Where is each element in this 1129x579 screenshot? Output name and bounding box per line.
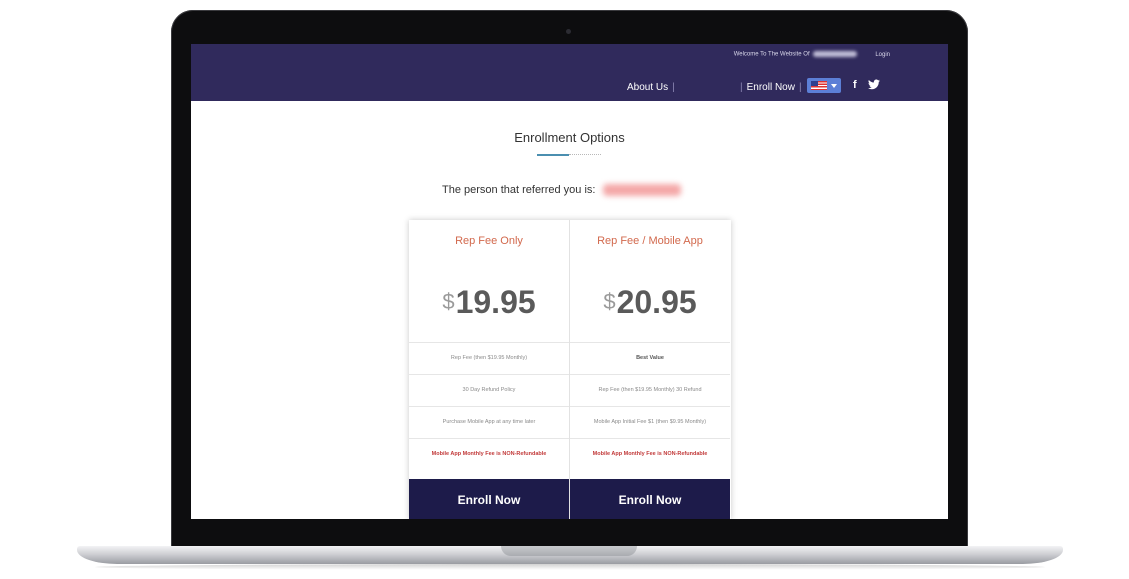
webcam: [566, 29, 571, 34]
plan-feature: Rep Fee (then $19.95 Monthly) 30 Refund: [570, 374, 730, 406]
nav-enroll-link[interactable]: Enroll Now: [747, 82, 795, 93]
plan-card-rep-fee-mobile-app: Rep Fee / Mobile App $20.95 Best Value R…: [570, 220, 730, 519]
plan-price: $19.95: [409, 262, 569, 342]
price-amount: 19.95: [455, 283, 536, 320]
plan-feature: Rep Fee (then $19.95 Monthly): [409, 342, 569, 374]
plan-title: Rep Fee Only: [455, 235, 523, 247]
nav-separator: |: [672, 82, 675, 93]
redacted-referrer: [603, 184, 682, 197]
chevron-down-icon: [831, 84, 837, 88]
site-header: Welcome To The Website Of Login About Us…: [191, 44, 948, 101]
plan-title: Rep Fee / Mobile App: [597, 235, 703, 247]
nav-separator: |: [740, 82, 743, 93]
welcome-text: Welcome To The Website Of: [733, 51, 810, 58]
language-select[interactable]: [807, 78, 841, 93]
referral-line: The person that referred you is:: [442, 184, 682, 197]
nav-separator: |: [798, 82, 802, 93]
laptop-shadow: [95, 564, 1045, 570]
enroll-now-button[interactable]: Enroll Now: [409, 479, 569, 519]
nav-enroll: | Enroll Now |: [736, 82, 806, 93]
enroll-now-button[interactable]: Enroll Now: [570, 479, 730, 519]
title-underline: [537, 154, 569, 156]
laptop-base-notch: [501, 546, 637, 556]
plan-card-rep-fee-only: Rep Fee Only $19.95 Rep Fee (then $19.95…: [409, 220, 570, 519]
currency-symbol: $: [603, 289, 616, 314]
us-flag-icon: [811, 81, 827, 90]
plan-feature-best-value: Best Value: [570, 342, 730, 374]
plan-feature-warning: Mobile App Monthly Fee is NON-Refundable: [570, 438, 730, 470]
twitter-icon[interactable]: [868, 79, 880, 90]
nav-about: About Us |: [627, 82, 679, 93]
login-link[interactable]: Login: [875, 52, 890, 58]
pricing-table: Rep Fee Only $19.95 Rep Fee (then $19.95…: [409, 220, 731, 519]
referral-text: The person that referred you is:: [442, 184, 596, 196]
redacted-name: [812, 51, 857, 57]
header-topline: Welcome To The Website Of Login: [734, 51, 890, 58]
nav-about-link[interactable]: About Us: [627, 82, 668, 93]
plan-price: $20.95: [570, 262, 730, 342]
facebook-icon[interactable]: f: [853, 79, 857, 91]
laptop-screen: Welcome To The Website Of Login About Us…: [191, 44, 948, 519]
title-underline-dots: [569, 154, 601, 155]
plan-feature: Purchase Mobile App at any time later: [409, 406, 569, 438]
page-title: Enrollment Options: [514, 130, 625, 145]
plan-feature: Mobile App Initial Fee $1 (then $9.95 Mo…: [570, 406, 730, 438]
price-amount: 20.95: [616, 283, 697, 320]
currency-symbol: $: [442, 289, 455, 314]
plan-feature-warning: Mobile App Monthly Fee is NON-Refundable: [409, 438, 569, 470]
plan-feature: 30 Day Refund Policy: [409, 374, 569, 406]
